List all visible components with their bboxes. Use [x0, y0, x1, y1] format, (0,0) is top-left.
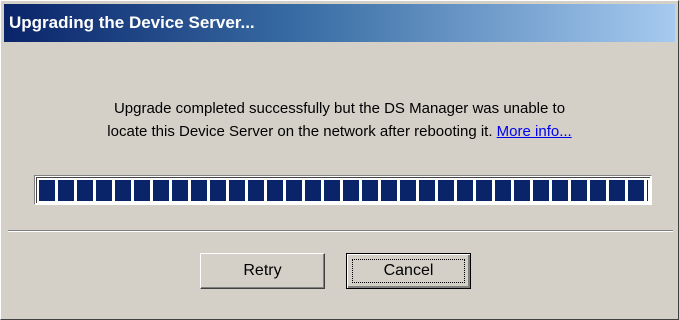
focus-rectangle: [352, 259, 465, 283]
separator: [8, 230, 673, 232]
progress-bar: [34, 175, 652, 205]
more-info-link[interactable]: More info...: [497, 123, 572, 140]
progress-track: [36, 177, 650, 203]
cancel-button[interactable]: Cancel: [346, 253, 471, 289]
retry-button[interactable]: Retry: [200, 253, 325, 289]
status-message: Upgrade completed successfully but the D…: [17, 97, 662, 143]
message-line-2: locate this Device Server on the network…: [107, 123, 493, 140]
dialog-title: Upgrading the Device Server...: [9, 13, 255, 32]
retry-button-label: Retry: [243, 262, 282, 279]
progress-fill: [39, 180, 648, 201]
title-bar[interactable]: Upgrading the Device Server...: [4, 4, 675, 42]
upgrade-dialog: Upgrading the Device Server... Upgrade c…: [0, 0, 679, 320]
message-line-1: Upgrade completed successfully but the D…: [113, 100, 566, 117]
